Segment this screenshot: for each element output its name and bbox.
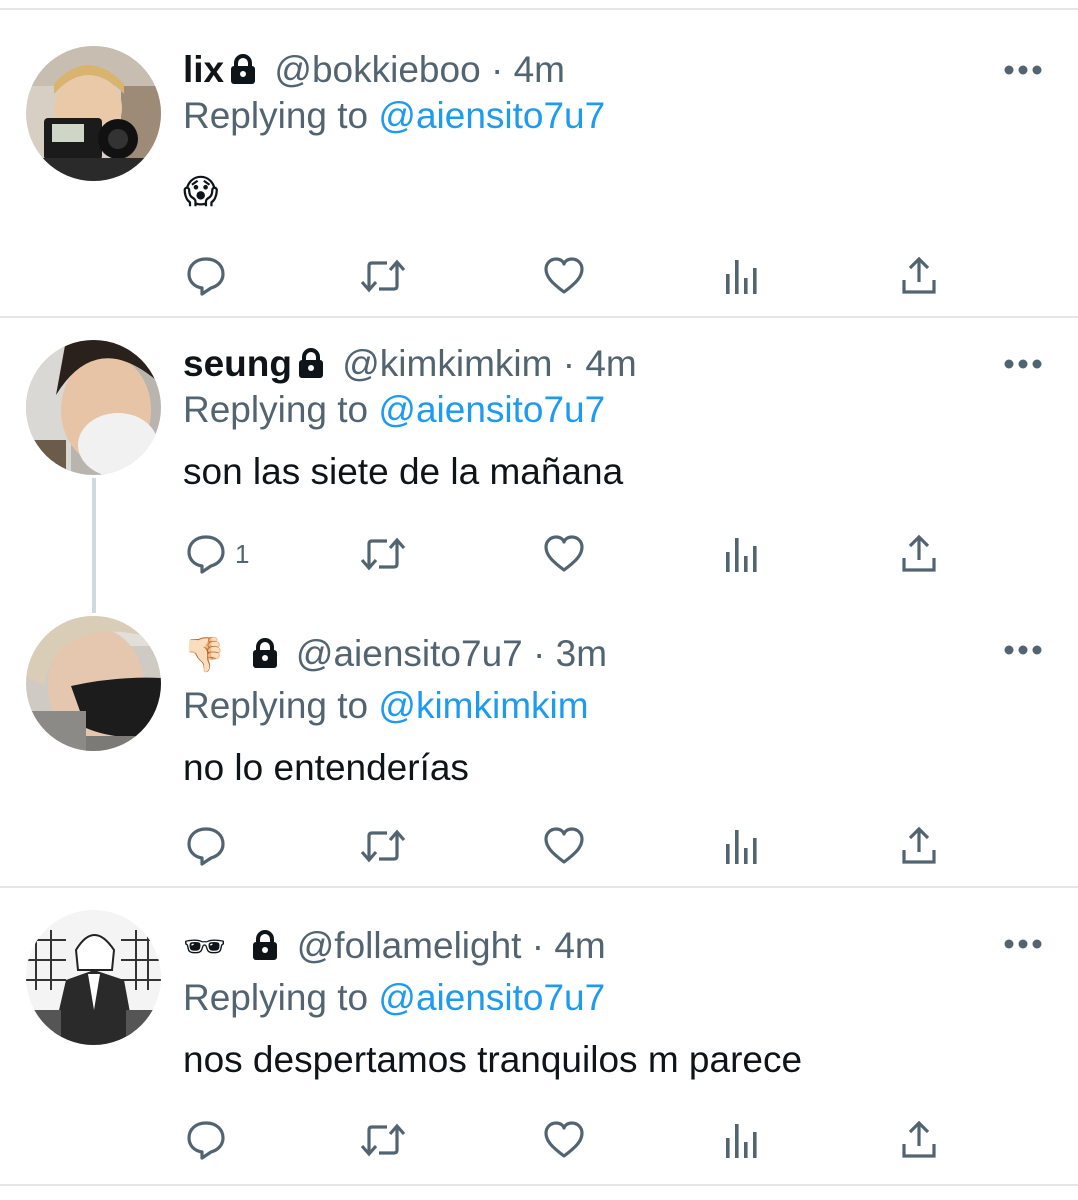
replying-label: Replying to xyxy=(183,95,369,136)
retweet-button[interactable] xyxy=(359,824,407,868)
replying-handle[interactable]: @kimkimkim xyxy=(378,685,588,726)
tweet-text: no lo entenderías xyxy=(183,747,469,788)
handle[interactable]: @bokkieboo xyxy=(274,49,480,90)
replying-label: Replying to xyxy=(183,977,369,1018)
reply-button[interactable]: 1 xyxy=(185,532,249,576)
share-button[interactable] xyxy=(899,824,939,868)
reply-icon xyxy=(187,1121,225,1160)
handle[interactable]: @kimkimkim xyxy=(342,343,552,384)
more-icon[interactable] xyxy=(1003,938,1043,950)
replying-to: Replying to @kimkimkim xyxy=(183,684,589,728)
lock-icon xyxy=(250,635,280,679)
display-name[interactable]: 🕶 xyxy=(183,928,226,966)
reply-button[interactable] xyxy=(185,1118,235,1162)
replying-handle[interactable]: @aiensito7u7 xyxy=(378,95,605,136)
more-icon[interactable] xyxy=(1003,644,1043,656)
views-button[interactable] xyxy=(723,254,761,298)
share-icon xyxy=(902,1120,936,1158)
views-icon xyxy=(726,1124,757,1158)
handle[interactable]: @follamelight xyxy=(297,925,522,966)
replying-to: Replying to @aiensito7u7 xyxy=(183,388,605,432)
share-button[interactable] xyxy=(899,1118,939,1162)
like-button[interactable] xyxy=(543,1118,585,1162)
tweet-text: son las siete de la mañana xyxy=(183,451,624,492)
separator: · xyxy=(490,49,504,90)
replying-label: Replying to xyxy=(183,685,369,726)
timestamp[interactable]: 3m xyxy=(556,633,607,674)
reply-icon xyxy=(187,827,225,866)
handle[interactable]: @aiensito7u7 xyxy=(296,633,523,674)
tweet-1[interactable]: lix @bokkieboo · 4m Replying to @aiensit… xyxy=(0,10,1078,316)
views-icon xyxy=(726,830,757,864)
separator: · xyxy=(531,925,545,966)
avatar[interactable] xyxy=(26,910,161,1045)
retweet-icon xyxy=(360,1123,406,1157)
retweet-icon xyxy=(360,537,406,571)
replying-handle[interactable]: @aiensito7u7 xyxy=(378,389,605,430)
avatar[interactable] xyxy=(26,616,161,751)
lock-icon xyxy=(250,927,280,971)
retweet-button[interactable] xyxy=(359,254,407,298)
reply-button[interactable] xyxy=(185,824,235,868)
like-icon xyxy=(544,257,584,294)
timestamp[interactable]: 4m xyxy=(514,49,565,90)
lock-icon xyxy=(296,345,326,389)
display-name[interactable]: 👎🏻 xyxy=(183,636,225,674)
share-icon xyxy=(902,534,936,572)
avatar[interactable] xyxy=(26,340,161,475)
separator: · xyxy=(562,343,576,384)
retweet-icon xyxy=(360,829,406,863)
separator: · xyxy=(533,633,546,674)
share-button[interactable] xyxy=(899,254,939,298)
timestamp[interactable]: 4m xyxy=(554,925,605,966)
action-bar xyxy=(185,824,965,868)
views-button[interactable] xyxy=(723,824,761,868)
lock-icon xyxy=(228,51,258,95)
action-bar xyxy=(185,254,965,298)
retweet-button[interactable] xyxy=(359,1118,407,1162)
avatar[interactable] xyxy=(26,46,161,181)
timestamp[interactable]: 4m xyxy=(585,343,636,384)
tweet-header: seung @kimkimkim · 4m xyxy=(183,342,637,389)
display-name[interactable]: seung xyxy=(183,343,292,384)
tweet-3[interactable]: 👎🏻 @aiensito7u7 · 3m Replying to @kimkim… xyxy=(0,608,1078,886)
share-icon xyxy=(902,826,936,864)
views-icon xyxy=(726,260,757,294)
action-bar: 1 xyxy=(185,532,965,576)
share-button[interactable] xyxy=(899,532,939,576)
tweet-2[interactable]: seung @kimkimkim · 4m Replying to @aiens… xyxy=(0,318,1078,608)
tweet-4[interactable]: 🕶 @follamelight · 4m Replying to @aiensi… xyxy=(0,888,1078,1184)
reply-button[interactable] xyxy=(185,254,235,298)
tweet-text: nos despertamos tranquilos m parece xyxy=(183,1039,803,1080)
views-icon xyxy=(726,538,757,572)
like-button[interactable] xyxy=(543,532,585,576)
retweet-button[interactable] xyxy=(359,532,407,576)
tweet-header: lix @bokkieboo · 4m xyxy=(183,48,565,95)
replying-handle[interactable]: @aiensito7u7 xyxy=(378,977,605,1018)
like-icon xyxy=(544,535,584,572)
display-name[interactable]: lix xyxy=(183,49,224,90)
views-button[interactable] xyxy=(723,532,761,576)
reply-count: 1 xyxy=(235,538,250,569)
more-icon[interactable] xyxy=(1003,358,1043,370)
like-button[interactable] xyxy=(543,824,585,868)
more-icon[interactable] xyxy=(1003,64,1043,76)
like-button[interactable] xyxy=(543,254,585,298)
action-bar xyxy=(185,1118,965,1162)
views-button[interactable] xyxy=(723,1118,761,1162)
tweet-header: 👎🏻 @aiensito7u7 · 3m xyxy=(183,632,607,679)
replying-to: Replying to @aiensito7u7 xyxy=(183,976,605,1020)
replying-to: Replying to @aiensito7u7 xyxy=(183,94,605,138)
divider xyxy=(0,1184,1078,1186)
retweet-icon xyxy=(360,259,406,293)
tweet-header: 🕶 @follamelight · 4m xyxy=(183,924,606,971)
tweet-text: 😱 xyxy=(183,173,219,211)
reply-icon xyxy=(187,535,225,574)
reply-icon xyxy=(187,257,225,296)
share-icon xyxy=(902,256,936,294)
like-icon xyxy=(544,1121,584,1158)
like-icon xyxy=(544,827,584,864)
replying-label: Replying to xyxy=(183,389,369,430)
